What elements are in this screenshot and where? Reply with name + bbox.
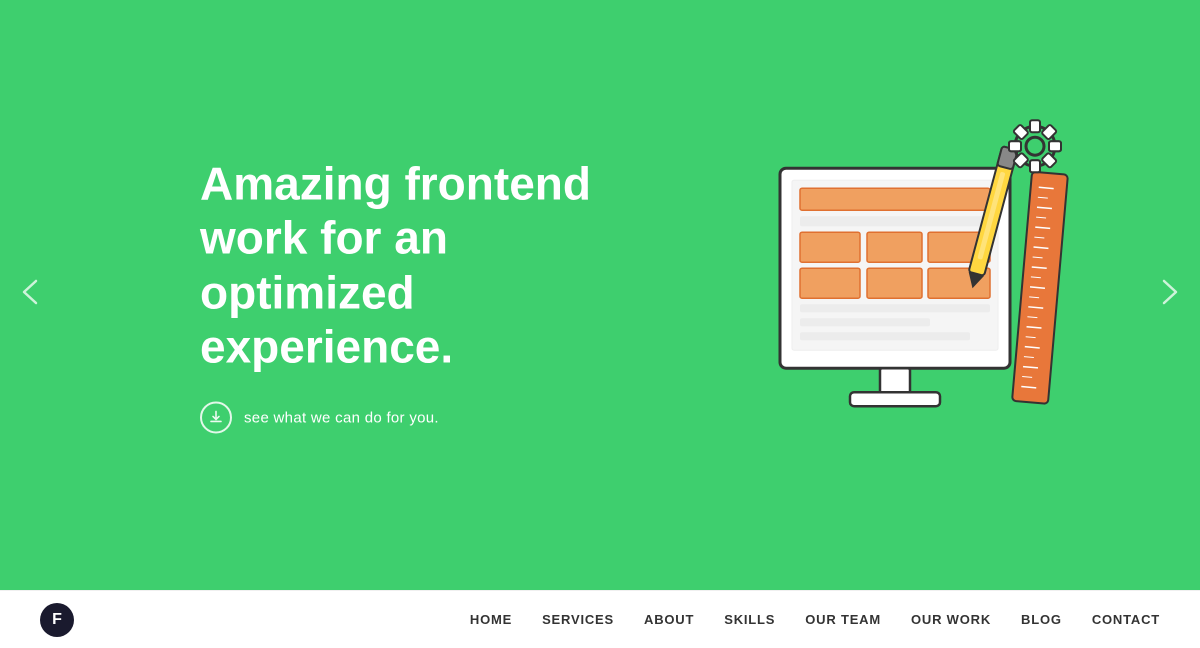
hero-content: Amazing frontend work for an optimized e…: [200, 156, 620, 433]
nav-link-home[interactable]: HOME: [470, 612, 512, 627]
hero-cta-text: see what we can do for you.: [244, 409, 439, 426]
nav-item-our-team[interactable]: OUR TEAM: [805, 611, 881, 629]
nav-item-blog[interactable]: BLOG: [1021, 611, 1062, 629]
prev-arrow[interactable]: [22, 279, 38, 311]
hero-cta[interactable]: see what we can do for you.: [200, 402, 620, 434]
nav-link-services[interactable]: SERVICES: [542, 612, 614, 627]
nav-link-our-team[interactable]: OUR TEAM: [805, 612, 881, 627]
nav-logo[interactable]: F: [40, 603, 74, 637]
nav-item-contact[interactable]: CONTACT: [1092, 611, 1160, 629]
nav-item-our-work[interactable]: OUR WORK: [911, 611, 991, 629]
hero-section: Amazing frontend work for an optimized e…: [0, 0, 1200, 590]
hero-title: Amazing frontend work for an optimized e…: [200, 156, 620, 373]
nav-link-blog[interactable]: BLOG: [1021, 612, 1062, 627]
nav-item-home[interactable]: HOME: [470, 611, 512, 629]
nav-item-services[interactable]: SERVICES: [542, 611, 614, 629]
nav-item-skills[interactable]: SKILLS: [724, 611, 775, 629]
nav-link-about[interactable]: ABOUT: [644, 612, 694, 627]
next-arrow[interactable]: [1162, 279, 1178, 311]
navbar: F HOME SERVICES ABOUT SKILLS OUR TEAM OU…: [0, 590, 1200, 648]
cta-download-icon: [200, 402, 232, 434]
nav-link-contact[interactable]: CONTACT: [1092, 612, 1160, 627]
nav-link-our-work[interactable]: OUR WORK: [911, 612, 991, 627]
nav-links: HOME SERVICES ABOUT SKILLS OUR TEAM OUR …: [470, 611, 1160, 629]
nav-link-skills[interactable]: SKILLS: [724, 612, 775, 627]
nav-item-about[interactable]: ABOUT: [644, 611, 694, 629]
hero-illustration: [720, 118, 1080, 458]
